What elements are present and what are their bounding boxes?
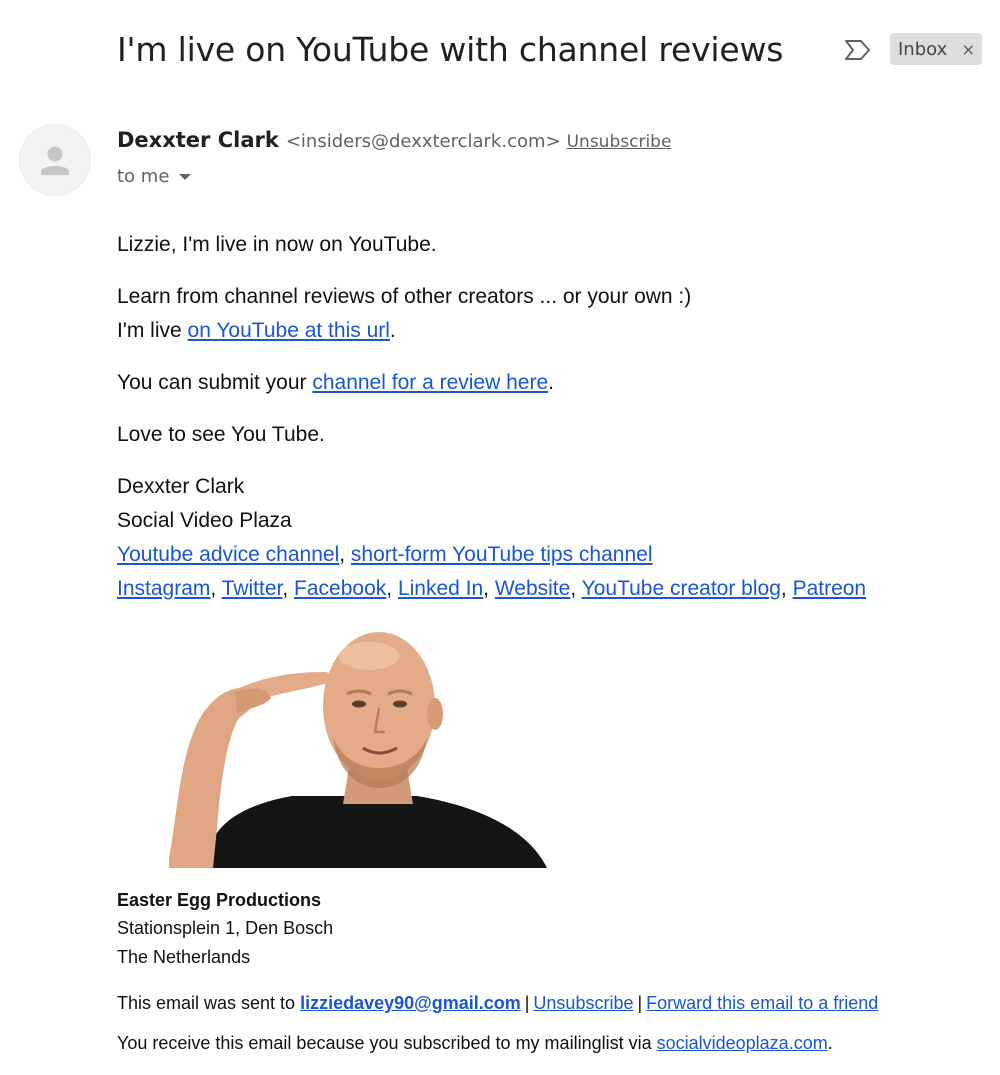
- subject-row: I'm live on YouTube with channel reviews: [117, 24, 783, 74]
- separator: ,: [570, 577, 582, 600]
- submit-suffix: .: [548, 371, 554, 394]
- twitter-link[interactable]: Twitter: [222, 577, 283, 600]
- email-body: Lizzie, I'm live in now on YouTube. Lear…: [117, 228, 987, 606]
- website-link[interactable]: Website: [495, 577, 570, 600]
- recipient-email-link[interactable]: lizziedavey90@gmail.com: [300, 993, 521, 1013]
- inbox-label-text: Inbox: [898, 38, 948, 60]
- signature-name: Dexxter Clark: [117, 475, 245, 498]
- sent-prefix: This email was sent to: [117, 993, 301, 1013]
- sender-line: Dexxter Clark <insiders@dexxterclark.com…: [117, 128, 671, 152]
- forward-to-friend-link[interactable]: Forward this email to a friend: [646, 993, 878, 1013]
- submit-prefix: You can submit your: [117, 371, 313, 394]
- sender-name[interactable]: Dexxter Clark: [117, 128, 279, 152]
- pipe-separator: |: [524, 993, 530, 1013]
- youtube-advice-channel-link[interactable]: Youtube advice channel: [117, 543, 339, 566]
- sender-avatar[interactable]: [20, 125, 90, 195]
- greeting-text: Lizzie, I'm live in now on YouTube.: [117, 233, 437, 256]
- separator: ,: [210, 577, 222, 600]
- facebook-link[interactable]: Facebook: [294, 577, 386, 600]
- recipient-text: to me: [117, 166, 170, 187]
- footer-company: Easter Egg Productions: [117, 890, 322, 910]
- sender-email: <insiders@dexxterclark.com>: [285, 131, 561, 152]
- remove-label-icon[interactable]: ×: [962, 40, 975, 59]
- header-unsubscribe-link[interactable]: Unsubscribe: [567, 132, 672, 152]
- creator-blog-link[interactable]: YouTube creator blog: [582, 577, 781, 600]
- channel-links-row: Youtube advice channel, short-form YouTu…: [117, 538, 987, 572]
- live-prefix: I'm live: [117, 319, 188, 342]
- recipient-details-toggle[interactable]: to me: [117, 166, 192, 187]
- short-form-tips-channel-link[interactable]: short-form YouTube tips channel: [351, 543, 653, 566]
- sent-to-line: This email was sent to lizziedavey90@gma…: [117, 990, 977, 1016]
- submit-paragraph: You can submit your channel for a review…: [117, 366, 987, 400]
- inbox-label-chip[interactable]: Inbox ×: [890, 33, 982, 65]
- footer-address-line1: Stationsplein 1, Den Bosch: [117, 918, 334, 938]
- email-subject: I'm live on YouTube with channel reviews: [117, 29, 784, 69]
- footer-address-line2: The Netherlands: [117, 947, 251, 967]
- learn-paragraph: Learn from channel reviews of other crea…: [117, 280, 987, 348]
- separator: ,: [282, 577, 295, 600]
- live-line: I'm live on YouTube at this url.: [117, 314, 987, 348]
- separator: ,: [386, 577, 398, 600]
- footer-unsubscribe-link[interactable]: Unsubscribe: [533, 993, 633, 1013]
- live-suffix: .: [389, 319, 396, 342]
- channel-review-link[interactable]: channel for a review here: [312, 371, 548, 394]
- love-text: Love to see You Tube.: [117, 423, 325, 446]
- love-paragraph: Love to see You Tube.: [117, 418, 987, 452]
- patreon-link[interactable]: Patreon: [793, 577, 867, 600]
- social-links-row: Instagram, Twitter, Facebook, Linked In,…: [117, 572, 987, 606]
- instagram-link[interactable]: Instagram: [117, 577, 210, 600]
- subscription-reason-line: You receive this email because you subsc…: [117, 1030, 977, 1056]
- sender-photo: [117, 628, 547, 868]
- learn-text: Learn from channel reviews of other crea…: [117, 285, 692, 308]
- caret-down-icon: [179, 173, 192, 180]
- separator: ,: [780, 577, 793, 600]
- separator: ,: [339, 543, 351, 566]
- socialvideoplaza-link[interactable]: socialvideoplaza.com: [657, 1033, 828, 1053]
- youtube-live-link[interactable]: on YouTube at this url: [188, 319, 390, 342]
- email-footer: Easter Egg Productions Stationsplein 1, …: [117, 886, 977, 1056]
- signature-block: Dexxter Clark Social Video Plaza Youtube…: [117, 470, 987, 606]
- importance-marker-icon[interactable]: [843, 36, 873, 64]
- separator: ,: [483, 577, 495, 600]
- default-person-avatar-icon: [41, 146, 69, 175]
- signature-company: Social Video Plaza: [117, 509, 292, 532]
- pipe-separator: |: [637, 993, 643, 1013]
- greeting-paragraph: Lizzie, I'm live in now on YouTube.: [117, 228, 987, 262]
- linkedin-link[interactable]: Linked In: [398, 577, 483, 600]
- reason-suffix: .: [827, 1033, 833, 1053]
- reason-prefix: You receive this email because you subsc…: [117, 1033, 657, 1053]
